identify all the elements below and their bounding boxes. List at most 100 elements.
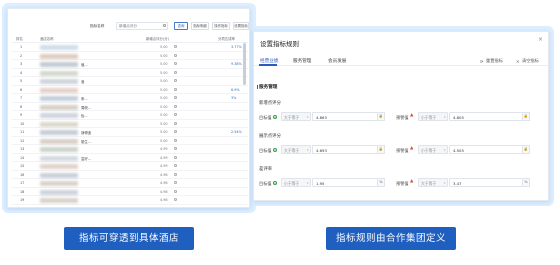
blurred-hotel-thumbnail [40,96,78,101]
hotel-name-cell[interactable]: 富好... [81,156,91,161]
lock-icon: 🔒 [378,145,385,154]
rank-cell: 4 [20,70,23,75]
score-cell: 4.99 [160,155,168,160]
target-operator-select[interactable]: 大于等于 ▾ [281,112,311,121]
info-icon [174,70,177,74]
info-icon [174,198,177,201]
table-row[interactable]: 8 周皖... 5.00 [12,103,248,111]
table-scrollbar[interactable] [243,43,246,85]
rank-cell: 9 [20,113,23,117]
lock-icon: 🔒 [523,112,530,121]
clear-indicators-link[interactable]: 清空指标 [522,58,539,64]
table-row[interactable]: 1 5.00 3.77% [12,43,248,52]
target-value-input[interactable]: 4.693 [312,145,378,154]
col-score: 新增点评分(分) [146,37,169,41]
col-rank: 排名 [16,37,23,41]
chevron-down-icon: ▾ [306,181,309,185]
target-operator-select[interactable]: 大于等于 ▾ [281,145,311,154]
table-row[interactable]: 6 5.00 6.9% [12,86,248,94]
info-icon [174,147,177,150]
reset-indicators-link[interactable]: 重置指标 [486,58,503,64]
hotel-name-cell[interactable]: 洛 [81,79,84,84]
rank-cell: 5 [20,79,23,83]
hotel-name-cell[interactable]: 丽生... [81,139,91,144]
rule-group-title: 新增点评分 [259,101,281,106]
rank-cell: 13 [20,147,25,151]
table-row[interactable]: 7 条... 5.00 3% [12,94,248,103]
table-row[interactable]: 5 洛 5.00 [12,77,248,86]
info-icon [174,138,177,142]
tab-member-growth[interactable]: 会员发展 [328,58,346,64]
score-cell: 4.98 [160,181,168,185]
table-row[interactable]: 19 4.98 [12,196,248,205]
warning-value: 4.805 [453,115,464,120]
score-cell: 5.00 [160,87,168,92]
rule-group-title: 差评率 [259,167,273,172]
table-row[interactable]: 16 4.98 [12,171,248,179]
blurred-hotel-thumbnail [40,45,78,50]
close-icon[interactable]: × [538,36,543,43]
table-row[interactable]: 10 5.00 [12,120,248,128]
table-row[interactable]: 14 富好... 4.99 [12,154,248,162]
rank-cell: 14 [20,155,25,160]
rank-cell: 16 [20,172,25,177]
rule-group-title: 展示点评分 [259,134,281,139]
table-row[interactable]: 15 4.99 [12,162,248,171]
set-indicator-button[interactable]: 设置指标 [233,22,249,30]
dialog-title: 设置指标规则 [260,40,299,48]
info-icon [174,189,177,193]
blurred-hotel-thumbnail [40,172,78,178]
target-label: 目标值 [259,114,272,120]
query-button[interactable]: 查询 [174,22,188,30]
hotel-ranking-panel: 指标名称 新增点评分 查询 指标明细 操作指标 设置指标 排名 酒店名称 新增点… [7,8,250,208]
warning-value-input[interactable]: 3.47 [449,178,523,187]
indicator-select-value: 新增点评分 [119,24,137,28]
hotel-name-cell[interactable]: 值... [81,62,88,67]
warning-value-input[interactable]: 4.505 [449,145,523,154]
target-operator-select[interactable]: 小于等于 ▾ [281,178,311,187]
hotel-name-cell[interactable]: 静博迪 [81,130,91,135]
table-row[interactable]: 3 值... 5.00 9.38% [12,60,248,69]
blurred-hotel-thumbnail [40,79,78,84]
target-value-input[interactable]: 1.95 [312,178,378,187]
hotel-name-cell[interactable]: 怡... [81,113,88,118]
warning-operator-select[interactable]: 小于等于 ▾ [418,112,448,121]
unit-suffix: % [378,178,385,187]
table-row[interactable]: 17 4.98 [12,179,248,188]
chevron-down-icon: ▾ [443,115,446,119]
operate-indicator-button[interactable]: 操作指标 [212,22,230,30]
table-row[interactable]: 9 怡... 5.00 [12,111,248,120]
info-icon [174,79,177,82]
table-row[interactable]: 11 静博迪 5.00 2.54% [12,128,248,137]
warning-value-input[interactable]: 4.805 [449,112,523,121]
table-row[interactable]: 4 5.00 [12,69,248,77]
table-row[interactable]: 18 4.98 [12,188,248,196]
caption-left: 指标可穿透到具体酒店 [64,227,194,250]
score-cell: 4.99 [160,147,168,151]
score-cell: 4.98 [160,198,168,202]
check-circle-icon: ✓ [273,180,278,185]
warning-operator-select[interactable]: 大于等于 ▾ [418,178,448,187]
info-icon [174,87,177,91]
table-row[interactable]: 13 4.99 [12,145,248,154]
rank-cell: 2 [20,53,23,58]
hotel-name-cell[interactable]: 周皖... [81,105,91,110]
table-row[interactable]: 2 5.00 [12,52,248,60]
table-row[interactable]: 12 丽生... 5.00 [12,137,248,145]
clear-icon[interactable]: ✕ [516,59,520,64]
blurred-hotel-thumbnail [40,130,78,135]
indicator-detail-button[interactable]: 指标明细 [191,22,209,30]
score-cell: 5.00 [160,70,168,75]
rank-cell: 18 [20,189,25,194]
hotel-name-cell[interactable]: 条... [81,96,88,101]
target-operator-value: 大于等于 [284,115,300,120]
target-operator-value: 小于等于 [284,181,300,186]
reset-icon[interactable]: ⟳ [480,59,484,64]
target-value-input[interactable]: 4.863 [312,112,378,121]
tab-service-management[interactable]: 服务管理 [293,58,311,64]
blurred-hotel-thumbnail [40,104,78,110]
lock-icon: 🔒 [523,145,530,154]
unit-suffix: % [523,178,530,187]
warning-operator-select[interactable]: 小于等于 ▾ [418,145,448,154]
search-icon[interactable] [163,24,166,27]
